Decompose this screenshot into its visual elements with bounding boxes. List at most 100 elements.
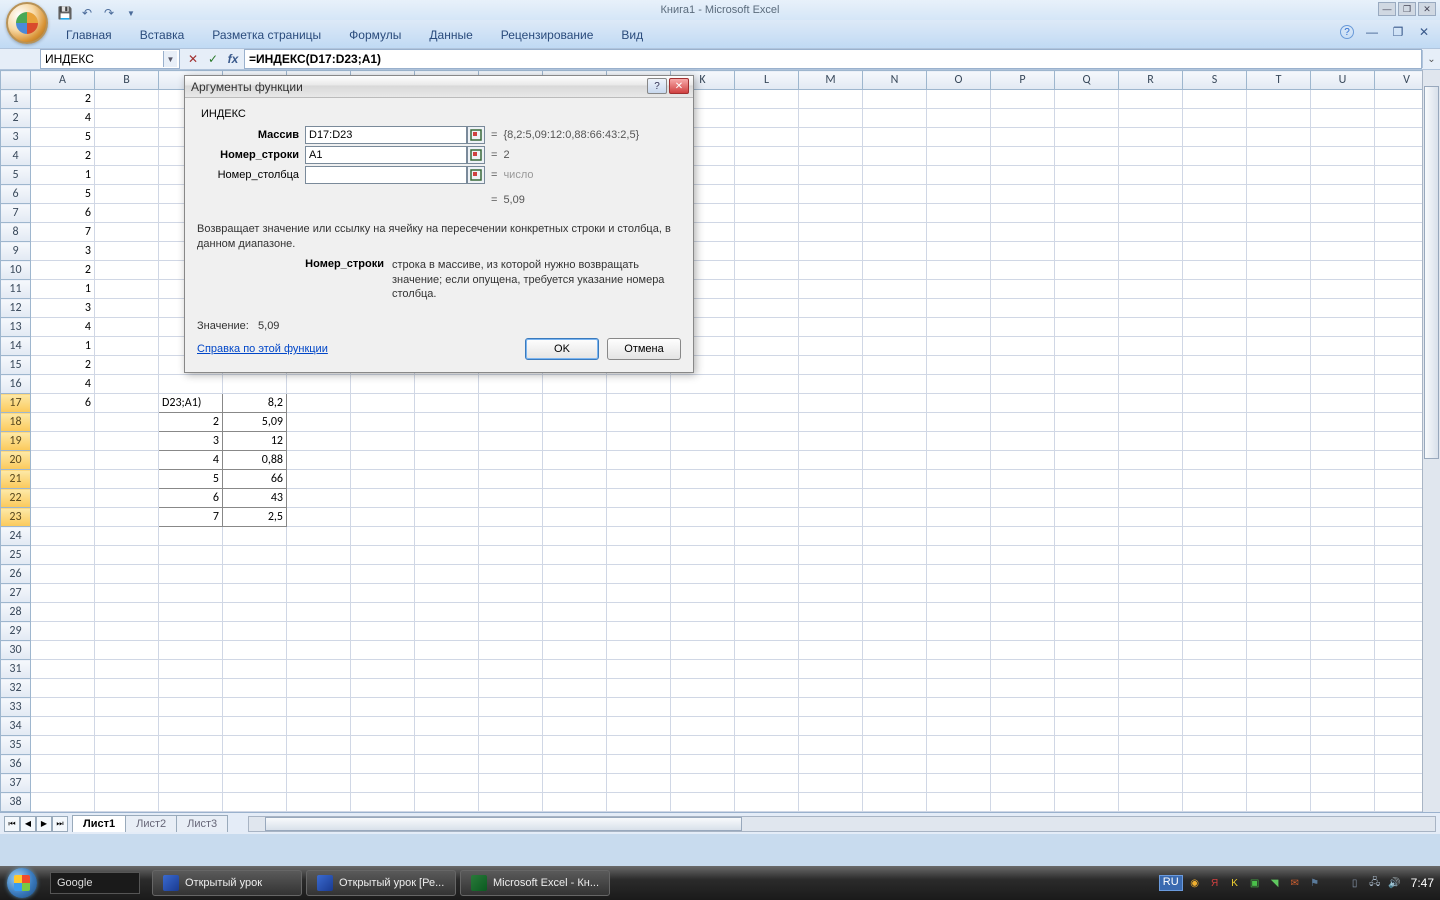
row-header[interactable]: 36	[1, 755, 31, 774]
cell[interactable]	[31, 527, 95, 546]
cell[interactable]	[1183, 717, 1247, 736]
cell[interactable]	[991, 698, 1055, 717]
cell[interactable]	[735, 147, 799, 166]
volume-icon[interactable]: 🔊	[1387, 875, 1403, 891]
cell[interactable]	[95, 508, 159, 527]
cell[interactable]	[479, 717, 543, 736]
col-header[interactable]: A	[31, 71, 95, 90]
cell[interactable]	[95, 223, 159, 242]
cell[interactable]	[159, 546, 223, 565]
cell[interactable]: 5	[31, 185, 95, 204]
cell[interactable]	[799, 375, 863, 394]
cell[interactable]	[159, 755, 223, 774]
cell[interactable]	[927, 451, 991, 470]
cell[interactable]: 4	[31, 109, 95, 128]
row-header[interactable]: 30	[1, 641, 31, 660]
cell[interactable]	[223, 793, 287, 812]
cell[interactable]	[735, 660, 799, 679]
cell[interactable]	[1055, 147, 1119, 166]
cell[interactable]	[607, 717, 671, 736]
cell[interactable]	[607, 641, 671, 660]
cell[interactable]	[671, 641, 735, 660]
cell[interactable]	[223, 641, 287, 660]
row-header[interactable]: 37	[1, 774, 31, 793]
cell[interactable]	[1183, 489, 1247, 508]
cell[interactable]	[607, 698, 671, 717]
cell[interactable]	[991, 185, 1055, 204]
cell[interactable]	[1055, 793, 1119, 812]
cell[interactable]	[1247, 584, 1311, 603]
cell[interactable]	[1119, 413, 1183, 432]
cell[interactable]	[1055, 489, 1119, 508]
cell[interactable]	[863, 394, 927, 413]
cell[interactable]	[1055, 128, 1119, 147]
cell[interactable]	[1119, 755, 1183, 774]
cell[interactable]	[1247, 717, 1311, 736]
cell[interactable]	[799, 622, 863, 641]
cell[interactable]: 4	[31, 375, 95, 394]
cell[interactable]	[607, 736, 671, 755]
cell[interactable]	[927, 280, 991, 299]
cell[interactable]	[1247, 641, 1311, 660]
cell[interactable]	[95, 109, 159, 128]
cell[interactable]	[671, 736, 735, 755]
col-header[interactable]: L	[735, 71, 799, 90]
cell[interactable]	[927, 432, 991, 451]
cell[interactable]	[799, 603, 863, 622]
cell[interactable]	[1183, 223, 1247, 242]
cell[interactable]	[1183, 546, 1247, 565]
row-header[interactable]: 12	[1, 299, 31, 318]
cell[interactable]	[991, 584, 1055, 603]
cell[interactable]	[927, 299, 991, 318]
cell[interactable]	[351, 375, 415, 394]
cell[interactable]	[1311, 660, 1375, 679]
taskbar-item[interactable]: Открытый урок [Ре...	[306, 870, 456, 896]
cell[interactable]	[863, 166, 927, 185]
cell[interactable]	[991, 565, 1055, 584]
cell[interactable]	[31, 641, 95, 660]
cell[interactable]	[159, 717, 223, 736]
cell[interactable]	[1055, 318, 1119, 337]
cell[interactable]	[991, 508, 1055, 527]
cell[interactable]: 6	[31, 204, 95, 223]
cell[interactable]: 2	[31, 147, 95, 166]
cell[interactable]	[863, 470, 927, 489]
cell[interactable]	[1183, 356, 1247, 375]
cell[interactable]	[607, 565, 671, 584]
cell[interactable]	[735, 793, 799, 812]
cell[interactable]	[95, 603, 159, 622]
tray-icon[interactable]: ▣	[1247, 875, 1263, 891]
cell[interactable]	[543, 565, 607, 584]
cell[interactable]	[799, 489, 863, 508]
cell[interactable]	[1247, 660, 1311, 679]
cell[interactable]	[95, 261, 159, 280]
cell[interactable]	[1119, 679, 1183, 698]
cell[interactable]	[927, 660, 991, 679]
cell[interactable]	[927, 793, 991, 812]
cell[interactable]	[95, 356, 159, 375]
cell[interactable]	[415, 546, 479, 565]
cell[interactable]	[1247, 755, 1311, 774]
cell[interactable]	[863, 128, 927, 147]
cell[interactable]	[1247, 679, 1311, 698]
help-icon[interactable]: ?	[1340, 25, 1354, 39]
cell[interactable]	[991, 451, 1055, 470]
cell[interactable]	[927, 508, 991, 527]
cell[interactable]	[479, 679, 543, 698]
cell[interactable]	[95, 698, 159, 717]
cell[interactable]	[927, 375, 991, 394]
row-header[interactable]: 18	[1, 413, 31, 432]
cell[interactable]	[479, 736, 543, 755]
cell[interactable]	[351, 622, 415, 641]
cell[interactable]	[543, 755, 607, 774]
cell[interactable]	[607, 451, 671, 470]
cell[interactable]	[31, 660, 95, 679]
cell[interactable]	[735, 451, 799, 470]
cell[interactable]	[351, 755, 415, 774]
row-header[interactable]: 2	[1, 109, 31, 128]
cell[interactable]	[351, 432, 415, 451]
cell[interactable]	[351, 394, 415, 413]
cell[interactable]	[735, 679, 799, 698]
cell[interactable]	[671, 508, 735, 527]
cell[interactable]	[671, 546, 735, 565]
